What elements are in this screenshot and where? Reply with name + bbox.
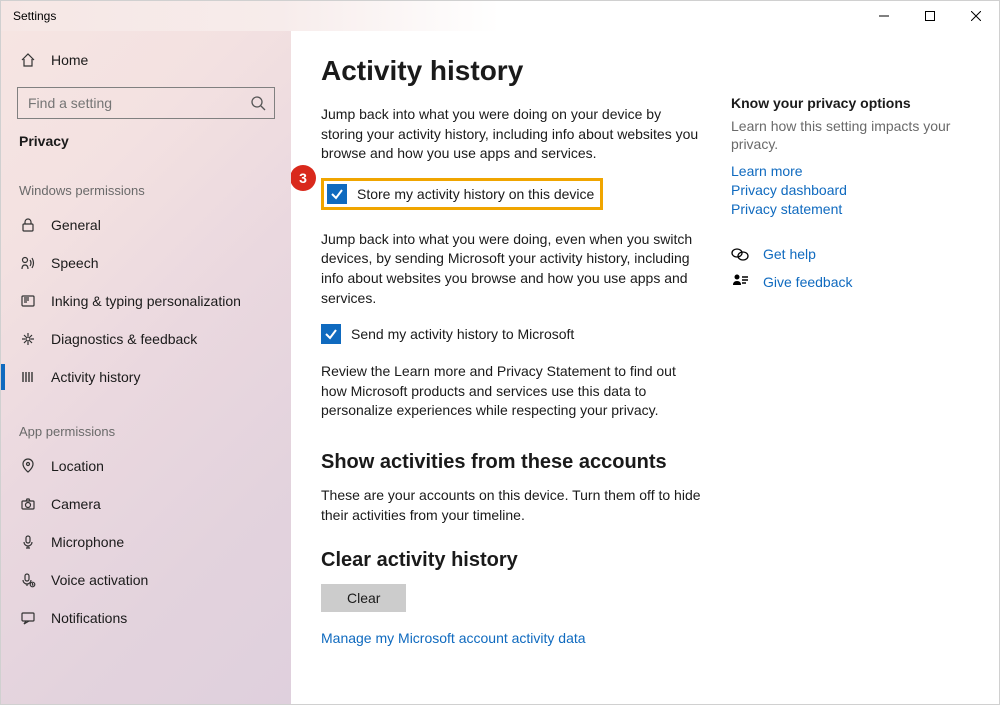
intro-text-1: Jump back into what you were doing on yo… xyxy=(321,105,701,164)
side-link-privacy-dashboard[interactable]: Privacy dashboard xyxy=(731,182,969,198)
nav-item-microphone[interactable]: Microphone xyxy=(1,523,291,561)
current-category: Privacy xyxy=(1,127,291,155)
help-icon xyxy=(731,245,749,263)
nav-item-label: Speech xyxy=(51,255,98,271)
nav-item-activity-history[interactable]: Activity history xyxy=(1,358,291,396)
clear-button[interactable]: Clear xyxy=(321,584,406,612)
nav-item-label: Voice activation xyxy=(51,572,148,588)
titlebar: Settings xyxy=(1,1,999,31)
voice-icon xyxy=(19,571,37,589)
nav-item-label: Notifications xyxy=(51,610,127,626)
checkbox-send-activity-label: Send my activity history to Microsoft xyxy=(351,326,574,342)
diagnostics-icon xyxy=(19,330,37,348)
search-input[interactable] xyxy=(17,87,275,119)
notifications-icon xyxy=(19,609,37,627)
side-link-learn-more[interactable]: Learn more xyxy=(731,163,969,179)
callout-badge: 3 xyxy=(291,165,316,191)
checkbox-store-activity[interactable] xyxy=(327,184,347,204)
section-header-windows-permissions: Windows permissions xyxy=(1,155,291,206)
intro-text-2: Jump back into what you were doing, even… xyxy=(321,230,701,308)
home-nav[interactable]: Home xyxy=(1,41,291,79)
close-button[interactable] xyxy=(953,1,999,31)
window-title: Settings xyxy=(1,9,56,23)
review-text: Review the Learn more and Privacy Statem… xyxy=(321,362,701,421)
location-icon xyxy=(19,457,37,475)
nav-item-label: Activity history xyxy=(51,369,140,385)
home-icon xyxy=(19,51,37,69)
search-box[interactable] xyxy=(17,87,275,119)
nav-item-label: Microphone xyxy=(51,534,124,550)
side-subtext: Learn how this setting impacts your priv… xyxy=(731,117,969,153)
minimize-button[interactable] xyxy=(861,1,907,31)
search-icon xyxy=(249,94,267,112)
nav-item-diagnostics-feedback[interactable]: Diagnostics & feedback xyxy=(1,320,291,358)
nav-item-notifications[interactable]: Notifications xyxy=(1,599,291,637)
page-title: Activity history xyxy=(321,55,731,87)
inking-icon xyxy=(19,292,37,310)
checkbox-send-row: Send my activity history to Microsoft xyxy=(321,324,731,344)
camera-icon xyxy=(19,495,37,513)
accounts-heading: Show activities from these accounts xyxy=(321,451,731,474)
home-label: Home xyxy=(51,52,88,68)
activity-icon xyxy=(19,368,37,386)
lock-icon xyxy=(19,216,37,234)
nav-item-location[interactable]: Location xyxy=(1,447,291,485)
side-link-privacy-statement[interactable]: Privacy statement xyxy=(731,201,969,217)
nav-item-speech[interactable]: Speech xyxy=(1,244,291,282)
manage-account-link[interactable]: Manage my Microsoft account activity dat… xyxy=(321,630,731,646)
nav-item-general[interactable]: General xyxy=(1,206,291,244)
nav-item-label: Diagnostics & feedback xyxy=(51,331,197,347)
main-content: Activity history Jump back into what you… xyxy=(291,55,731,704)
get-help-link[interactable]: Get help xyxy=(763,246,816,262)
checkbox-send-activity[interactable] xyxy=(321,324,341,344)
side-heading: Know your privacy options xyxy=(731,95,969,111)
nav-item-label: Camera xyxy=(51,496,101,512)
side-column: Know your privacy options Learn how this… xyxy=(731,55,981,704)
nav-item-label: General xyxy=(51,217,101,233)
clear-heading: Clear activity history xyxy=(321,549,731,572)
nav-item-voice-activation[interactable]: Voice activation xyxy=(1,561,291,599)
nav-item-label: Inking & typing personalization xyxy=(51,293,241,309)
section-header-app-permissions: App permissions xyxy=(1,396,291,447)
accounts-text: These are your accounts on this device. … xyxy=(321,486,701,525)
highlighted-checkbox-row: 3 Store my activity history on this devi… xyxy=(321,178,603,210)
sidebar: Home Privacy Windows permissions General… xyxy=(1,31,291,704)
feedback-icon xyxy=(731,273,749,291)
nav-item-inking-typing-personalization[interactable]: Inking & typing personalization xyxy=(1,282,291,320)
maximize-button[interactable] xyxy=(907,1,953,31)
nav-item-label: Location xyxy=(51,458,104,474)
checkbox-store-activity-label: Store my activity history on this device xyxy=(357,186,594,202)
give-feedback-link[interactable]: Give feedback xyxy=(763,274,853,290)
microphone-icon xyxy=(19,533,37,551)
speech-icon xyxy=(19,254,37,272)
nav-item-camera[interactable]: Camera xyxy=(1,485,291,523)
